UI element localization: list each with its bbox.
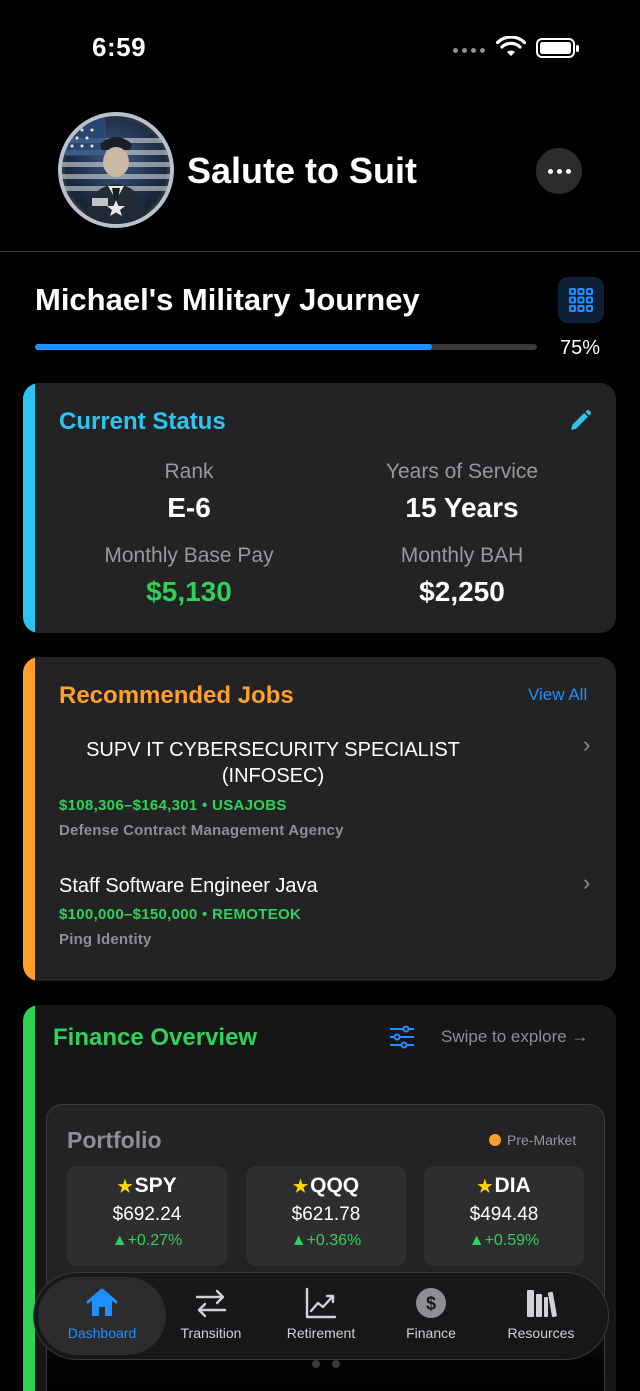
finance-overview-title: Finance Overview [53, 1024, 258, 1051]
edit-pencil-icon[interactable] [568, 409, 592, 433]
base-pay-value: $5,130 [146, 576, 232, 607]
job-title: Staff Software Engineer Java [59, 875, 318, 897]
wifi-icon [496, 36, 526, 56]
app-logo [58, 112, 174, 228]
job-list-item[interactable]: SUPV IT CYBERSECURITY SPECIALIST (INFOSE… [59, 737, 599, 839]
battery-icon [536, 38, 579, 58]
status-dot-icon [489, 1134, 501, 1146]
grid-icon [569, 288, 593, 312]
ticker-change: +0.36% [306, 1232, 362, 1249]
recommended-jobs-title: Recommended Jobs [59, 682, 294, 709]
triangle-up-icon: ▲ [468, 1232, 485, 1249]
soldier-emblem-icon [62, 116, 170, 224]
tab-resources[interactable]: Resources [486, 1277, 596, 1355]
page-indicator [312, 1360, 340, 1368]
ticker-card-qqq[interactable]: ★QQQ $621.78 ▲+0.36% [246, 1166, 406, 1266]
ticker-price: $692.24 [112, 1204, 182, 1225]
more-options-button[interactable] [536, 148, 582, 194]
ticker-symbol: QQQ [310, 1174, 360, 1197]
svg-text:$: $ [426, 1294, 436, 1314]
ticker-card-dia[interactable]: ★DIA $494.48 ▲+0.59% [424, 1166, 584, 1266]
bottom-tab-bar: Dashboard Transition Retirement $ Financ… [33, 1272, 609, 1360]
triangle-up-icon: ▲ [111, 1232, 128, 1249]
tab-label: Finance [406, 1325, 456, 1341]
ticker-card-spy[interactable]: ★SPY $692.24 ▲+0.27% [67, 1166, 227, 1266]
journey-progress-bar [35, 344, 537, 350]
tab-label: Transition [180, 1325, 242, 1341]
ticker-change: +0.27% [127, 1232, 183, 1249]
swipe-hint: Swipe to explore → [441, 1027, 589, 1046]
portfolio-title: Portfolio [67, 1127, 162, 1153]
job-salary: $100,000–$150,000 • REMOTEOK [59, 906, 302, 923]
market-status-label: Pre-Market [507, 1132, 577, 1148]
card-accent-bar [23, 1005, 35, 1391]
current-status-card: Current Status Rank E-6 Years of Service… [23, 383, 616, 633]
view-all-jobs-link[interactable]: View All [528, 685, 587, 705]
job-salary: $108,306–$164,301 • USAJOBS [59, 797, 287, 814]
journey-title: Michael's Military Journey [35, 282, 420, 317]
cellular-icon [453, 48, 485, 53]
years-of-service-value: 15 Years [405, 492, 519, 523]
journey-progress-fill [35, 344, 432, 350]
ticker-change: +0.59% [484, 1232, 540, 1249]
chevron-right-icon: › [583, 732, 591, 757]
recommended-jobs-card: Recommended Jobs View All SUPV IT CYBERS… [23, 657, 616, 981]
chart-icon [305, 1287, 337, 1319]
current-status-title: Current Status [59, 408, 226, 435]
rank-value: E-6 [167, 492, 211, 523]
tab-transition[interactable]: Transition [156, 1277, 266, 1355]
chevron-right-icon: › [583, 870, 591, 895]
star-icon: ★ [477, 1177, 493, 1196]
bah-value: $2,250 [419, 576, 505, 607]
journey-progress-label: 75% [560, 337, 601, 359]
ticker-symbol: SPY [134, 1174, 177, 1197]
arrows-icon [195, 1289, 227, 1318]
bah-label: Monthly BAH [400, 544, 524, 567]
market-status: Pre-Market [489, 1132, 576, 1148]
triangle-up-icon: ▲ [290, 1232, 307, 1249]
dollar-icon: $ [416, 1288, 446, 1318]
tab-label: Resources [507, 1325, 575, 1341]
card-accent-bar [23, 383, 35, 633]
tab-retirement[interactable]: Retirement [266, 1277, 376, 1355]
tab-dashboard[interactable]: Dashboard [38, 1277, 166, 1355]
years-of-service-label: Years of Service [385, 460, 539, 483]
ticker-price: $494.48 [469, 1204, 539, 1225]
card-accent-bar [23, 657, 35, 981]
tab-label: Dashboard [67, 1325, 137, 1341]
rank-label: Rank [164, 460, 214, 483]
books-icon [527, 1290, 557, 1318]
sliders-icon[interactable] [389, 1025, 415, 1049]
job-agency: Ping Identity [59, 931, 152, 948]
star-icon: ★ [117, 1177, 133, 1196]
status-time: 6:59 [92, 32, 147, 62]
app-header: Salute to Suit [0, 112, 640, 252]
app-title: Salute to Suit [187, 150, 418, 191]
star-icon: ★ [292, 1177, 309, 1196]
tab-label: Retirement [286, 1325, 356, 1341]
job-list-item[interactable]: Staff Software Engineer Java $100,000–$1… [59, 875, 599, 948]
ticker-symbol: DIA [494, 1174, 531, 1197]
tab-finance[interactable]: $ Finance [376, 1277, 486, 1355]
status-bar: 6:59 [0, 0, 640, 96]
ticker-price: $621.78 [291, 1204, 361, 1225]
job-title: SUPV IT CYBERSECURITY SPECIALIST (INFOSE… [86, 739, 460, 787]
job-agency: Defense Contract Management Agency [59, 822, 344, 839]
ellipsis-icon [547, 168, 553, 174]
house-icon [86, 1288, 118, 1316]
grid-view-button[interactable] [558, 277, 604, 323]
base-pay-label: Monthly Base Pay [104, 544, 274, 567]
